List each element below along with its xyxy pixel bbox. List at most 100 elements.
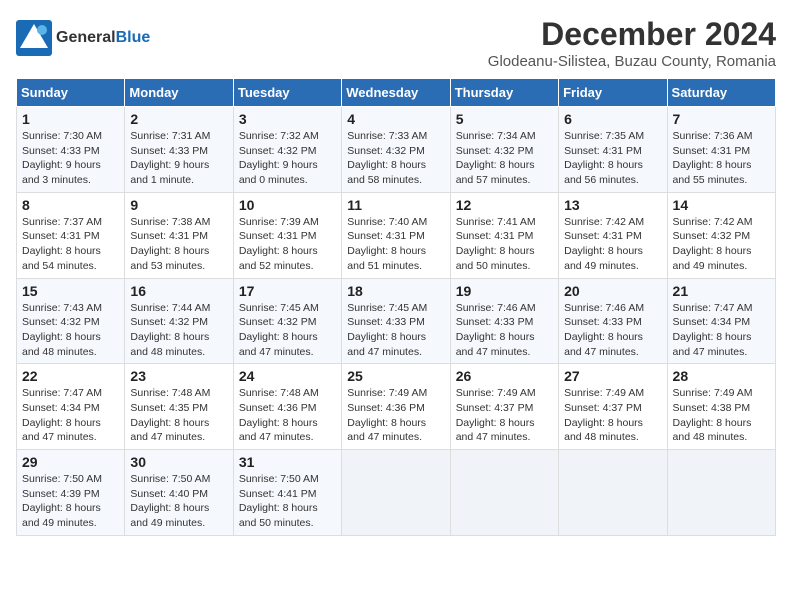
day-info: Sunrise: 7:44 AMSunset: 4:32 PMDaylight:…: [130, 301, 227, 360]
day-info: Sunrise: 7:43 AMSunset: 4:32 PMDaylight:…: [22, 301, 119, 360]
day-number: 2: [130, 111, 227, 127]
day-number: 5: [456, 111, 553, 127]
calendar-cell: 8 Sunrise: 7:37 AMSunset: 4:31 PMDaylight…: [17, 192, 125, 278]
logo-blue: Blue: [116, 29, 151, 46]
calendar-cell: 24Sunrise: 7:48 AMSunset: 4:36 PMDayligh…: [233, 364, 341, 450]
header: GeneralBlue December 2024 Glodeanu-Silis…: [16, 16, 776, 70]
day-info: Sunrise: 7:32 AMSunset: 4:32 PMDaylight:…: [239, 129, 336, 188]
day-number: 17: [239, 283, 336, 299]
day-info: Sunrise: 7:47 AMSunset: 4:34 PMDaylight:…: [673, 301, 770, 360]
day-number: 14: [673, 197, 770, 213]
calendar-cell: 25 Sunrise: 7:49 AMSunset: 4:36 PMDayligh…: [342, 364, 450, 450]
calendar-cell: 9 Sunrise: 7:38 AMSunset: 4:31 PMDaylight…: [125, 192, 233, 278]
day-number: 19: [456, 283, 553, 299]
day-info: Sunrise: 7:47 AMSunset: 4:34 PMDaylight:…: [22, 386, 119, 445]
calendar-cell: 12Sunrise: 7:41 AMSunset: 4:31 PMDayligh…: [450, 192, 558, 278]
calendar-body: 1 Sunrise: 7:30 AMSunset: 4:33 PMDaylight…: [17, 107, 776, 536]
weekday-header: Saturday: [667, 79, 775, 107]
calendar-cell: 6 Sunrise: 7:35 AMSunset: 4:31 PMDaylight…: [559, 107, 667, 193]
day-info: Sunrise: 7:31 AMSunset: 4:33 PMDaylight:…: [130, 129, 227, 188]
day-info: Sunrise: 7:50 AMSunset: 4:39 PMDaylight:…: [22, 472, 119, 531]
calendar-week-row: 22 Sunrise: 7:47 AMSunset: 4:34 PMDayligh…: [17, 364, 776, 450]
day-info: Sunrise: 7:42 AMSunset: 4:31 PMDaylight:…: [564, 215, 661, 274]
calendar-cell: 21 Sunrise: 7:47 AMSunset: 4:34 PMDayligh…: [667, 278, 775, 364]
calendar-cell: 5 Sunrise: 7:34 AMSunset: 4:32 PMDaylight…: [450, 107, 558, 193]
day-info: Sunrise: 7:42 AMSunset: 4:32 PMDaylight:…: [673, 215, 770, 274]
day-info: Sunrise: 7:40 AMSunset: 4:31 PMDaylight:…: [347, 215, 444, 274]
day-number: 4: [347, 111, 444, 127]
day-info: Sunrise: 7:35 AMSunset: 4:31 PMDaylight:…: [564, 129, 661, 188]
month-title: December 2024: [488, 16, 776, 53]
day-number: 26: [456, 368, 553, 384]
day-number: 15: [22, 283, 119, 299]
day-info: Sunrise: 7:46 AMSunset: 4:33 PMDaylight:…: [564, 301, 661, 360]
day-info: Sunrise: 7:37 AMSunset: 4:31 PMDaylight:…: [22, 215, 119, 274]
calendar-cell: [559, 450, 667, 536]
title-area: December 2024 Glodeanu-Silistea, Buzau C…: [488, 16, 776, 70]
day-number: 28: [673, 368, 770, 384]
logo: GeneralBlue: [16, 20, 150, 56]
day-info: Sunrise: 7:45 AMSunset: 4:33 PMDaylight:…: [347, 301, 444, 360]
calendar-cell: [450, 450, 558, 536]
day-number: 31: [239, 454, 336, 470]
calendar-header: SundayMondayTuesdayWednesdayThursdayFrid…: [17, 79, 776, 107]
calendar-cell: 1 Sunrise: 7:30 AMSunset: 4:33 PMDaylight…: [17, 107, 125, 193]
day-number: 13: [564, 197, 661, 213]
calendar-week-row: 15 Sunrise: 7:43 AMSunset: 4:32 PMDayligh…: [17, 278, 776, 364]
weekday-header: Thursday: [450, 79, 558, 107]
day-number: 22: [22, 368, 119, 384]
location-title: Glodeanu-Silistea, Buzau County, Romania: [488, 53, 776, 70]
calendar-cell: 13 Sunrise: 7:42 AMSunset: 4:31 PMDayligh…: [559, 192, 667, 278]
day-info: Sunrise: 7:49 AMSunset: 4:37 PMDaylight:…: [456, 386, 553, 445]
day-info: Sunrise: 7:33 AMSunset: 4:32 PMDaylight:…: [347, 129, 444, 188]
day-info: Sunrise: 7:41 AMSunset: 4:31 PMDaylight:…: [456, 215, 553, 274]
calendar-cell: 28 Sunrise: 7:49 AMSunset: 4:38 PMDayligh…: [667, 364, 775, 450]
day-number: 3: [239, 111, 336, 127]
day-number: 30: [130, 454, 227, 470]
calendar-week-row: 8 Sunrise: 7:37 AMSunset: 4:31 PMDaylight…: [17, 192, 776, 278]
calendar-cell: 11Sunrise: 7:40 AMSunset: 4:31 PMDayligh…: [342, 192, 450, 278]
day-number: 23: [130, 368, 227, 384]
day-number: 16: [130, 283, 227, 299]
day-info: Sunrise: 7:30 AMSunset: 4:33 PMDaylight:…: [22, 129, 119, 188]
calendar-cell: 16 Sunrise: 7:44 AMSunset: 4:32 PMDayligh…: [125, 278, 233, 364]
day-info: Sunrise: 7:49 AMSunset: 4:36 PMDaylight:…: [347, 386, 444, 445]
calendar-cell: 31 Sunrise: 7:50 AMSunset: 4:41 PMDayligh…: [233, 450, 341, 536]
day-info: Sunrise: 7:45 AMSunset: 4:32 PMDaylight:…: [239, 301, 336, 360]
day-info: Sunrise: 7:49 AMSunset: 4:38 PMDaylight:…: [673, 386, 770, 445]
day-number: 8: [22, 197, 119, 213]
weekday-header: Wednesday: [342, 79, 450, 107]
day-info: Sunrise: 7:34 AMSunset: 4:32 PMDaylight:…: [456, 129, 553, 188]
calendar-cell: 30 Sunrise: 7:50 AMSunset: 4:40 PMDayligh…: [125, 450, 233, 536]
calendar-cell: 2 Sunrise: 7:31 AMSunset: 4:33 PMDaylight…: [125, 107, 233, 193]
day-number: 25: [347, 368, 444, 384]
logo-general: General: [56, 29, 116, 46]
calendar-cell: 17 Sunrise: 7:45 AMSunset: 4:32 PMDayligh…: [233, 278, 341, 364]
calendar-cell: [667, 450, 775, 536]
calendar-cell: 23 Sunrise: 7:48 AMSunset: 4:35 PMDayligh…: [125, 364, 233, 450]
day-number: 7: [673, 111, 770, 127]
day-number: 1: [22, 111, 119, 127]
day-info: Sunrise: 7:50 AMSunset: 4:40 PMDaylight:…: [130, 472, 227, 531]
day-number: 10: [239, 197, 336, 213]
logo-icon: [16, 20, 52, 56]
calendar-cell: 3 Sunrise: 7:32 AMSunset: 4:32 PMDaylight…: [233, 107, 341, 193]
day-number: 9: [130, 197, 227, 213]
day-info: Sunrise: 7:36 AMSunset: 4:31 PMDaylight:…: [673, 129, 770, 188]
day-info: Sunrise: 7:49 AMSunset: 4:37 PMDaylight:…: [564, 386, 661, 445]
calendar-week-row: 1 Sunrise: 7:30 AMSunset: 4:33 PMDaylight…: [17, 107, 776, 193]
day-number: 21: [673, 283, 770, 299]
weekday-header: Friday: [559, 79, 667, 107]
calendar-cell: 10Sunrise: 7:39 AMSunset: 4:31 PMDayligh…: [233, 192, 341, 278]
calendar-cell: 14 Sunrise: 7:42 AMSunset: 4:32 PMDayligh…: [667, 192, 775, 278]
calendar-cell: 27Sunrise: 7:49 AMSunset: 4:37 PMDayligh…: [559, 364, 667, 450]
day-info: Sunrise: 7:38 AMSunset: 4:31 PMDaylight:…: [130, 215, 227, 274]
day-info: Sunrise: 7:48 AMSunset: 4:36 PMDaylight:…: [239, 386, 336, 445]
calendar-cell: 26 Sunrise: 7:49 AMSunset: 4:37 PMDayligh…: [450, 364, 558, 450]
day-info: Sunrise: 7:48 AMSunset: 4:35 PMDaylight:…: [130, 386, 227, 445]
day-info: Sunrise: 7:50 AMSunset: 4:41 PMDaylight:…: [239, 472, 336, 531]
weekday-header: Sunday: [17, 79, 125, 107]
calendar-cell: 4 Sunrise: 7:33 AMSunset: 4:32 PMDaylight…: [342, 107, 450, 193]
day-number: 6: [564, 111, 661, 127]
weekday-header: Tuesday: [233, 79, 341, 107]
